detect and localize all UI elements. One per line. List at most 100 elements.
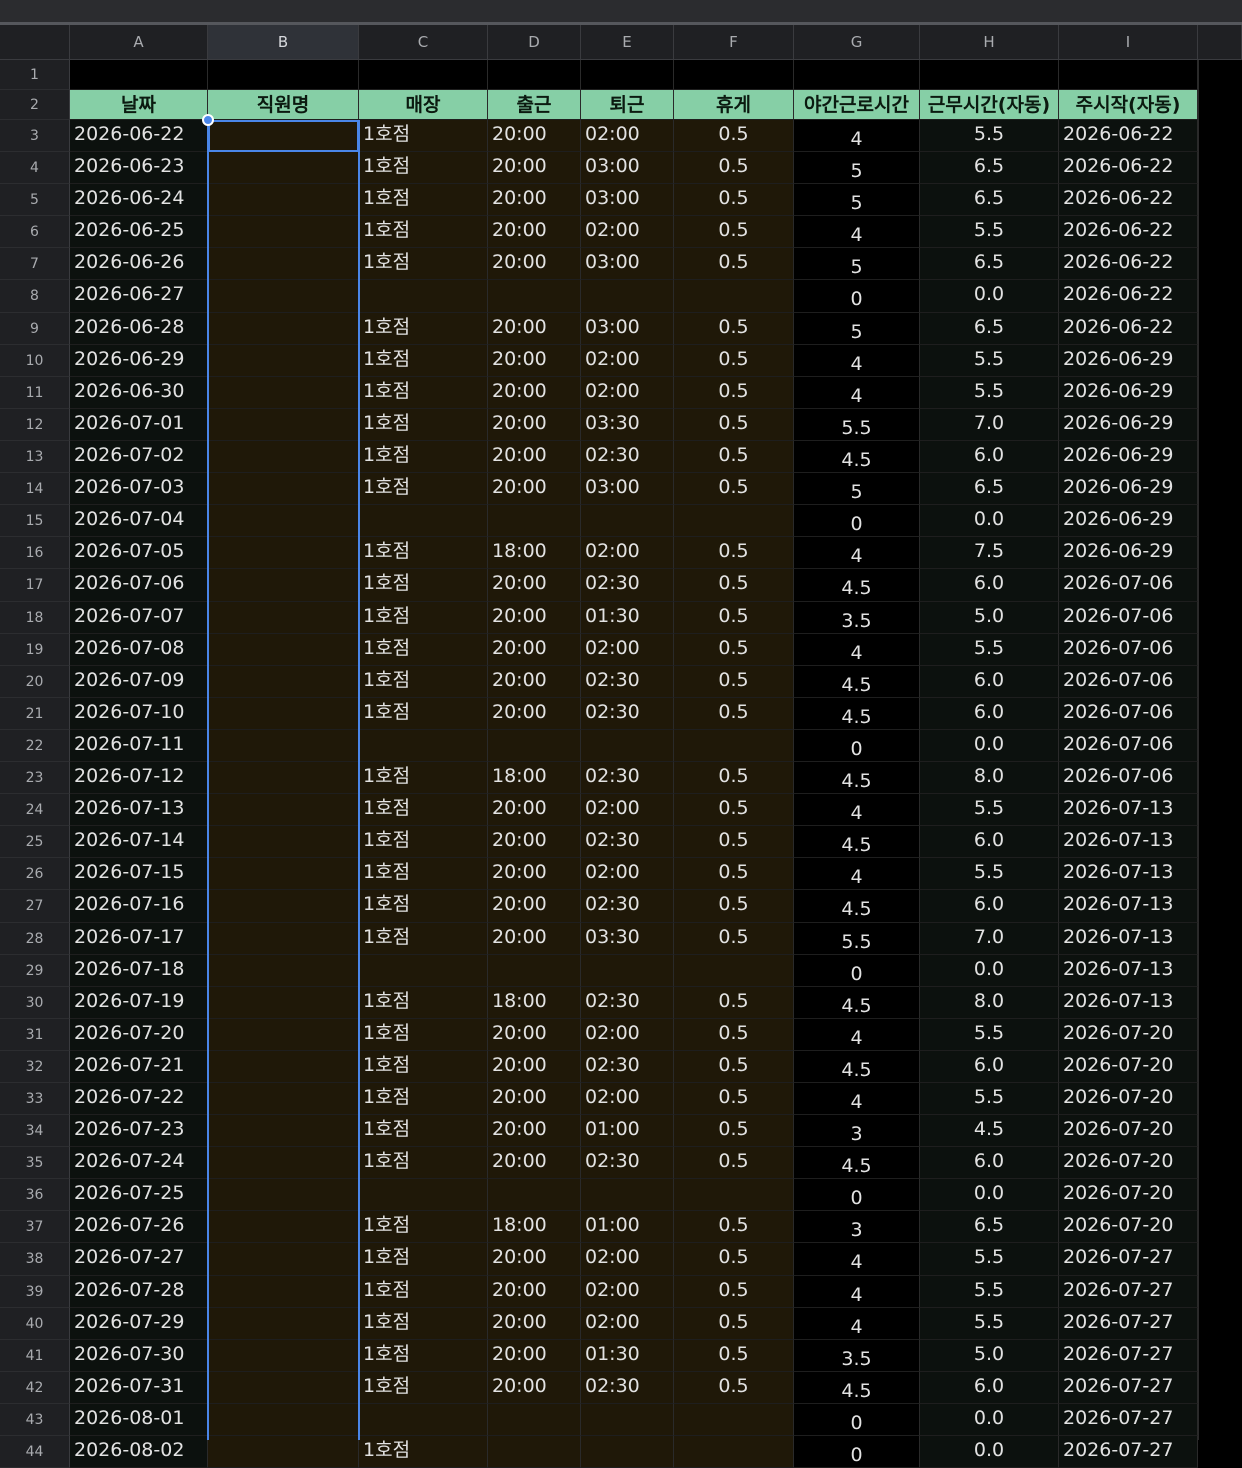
cell-night-hours[interactable]: 5.5 [794,409,920,441]
cell-date[interactable]: 2026-07-21 [70,1051,208,1083]
row-header[interactable]: 5 [0,184,70,216]
cell-week-start[interactable]: 2026-07-13 [1059,923,1198,955]
cell-night-hours[interactable]: 0 [794,1404,920,1436]
cell-store[interactable]: 1호점 [359,1276,488,1308]
cell-clock-in[interactable]: 20:00 [488,313,581,345]
cell-clock-out[interactable]: 03:00 [581,184,674,216]
row-header[interactable]: 21 [0,698,70,730]
column-header-G[interactable]: G [794,25,920,60]
cell-store[interactable]: 1호점 [359,184,488,216]
cell-clock-in[interactable] [488,1179,581,1211]
cell-clock-out[interactable]: 02:30 [581,1147,674,1179]
cell-work-hours[interactable]: 0.0 [920,955,1059,987]
cell-work-hours[interactable]: 5.5 [920,1243,1059,1276]
cell-break[interactable]: 0.5 [674,248,794,280]
cell-store[interactable]: 1호점 [359,987,488,1019]
cell-break[interactable] [674,1404,794,1436]
cell-date[interactable]: 2026-07-12 [70,762,208,794]
cell-week-start[interactable]: 2026-06-29 [1059,441,1198,473]
cell-work-hours[interactable]: 8.0 [920,987,1059,1019]
cell-break[interactable] [674,955,794,987]
cell-week-start[interactable]: 2026-07-27 [1059,1276,1198,1308]
cell-clock-out[interactable]: 02:00 [581,1308,674,1340]
cell-store[interactable]: 1호점 [359,152,488,184]
cell-date[interactable]: 2026-07-11 [70,730,208,762]
column-header-E[interactable]: E [581,25,674,60]
cell-break[interactable]: 0.5 [674,345,794,377]
cell-employee-name[interactable] [208,1340,359,1372]
row-header[interactable]: 6 [0,216,70,248]
row-header[interactable]: 14 [0,473,70,505]
cell-employee-name[interactable] [208,666,359,698]
row-header[interactable]: 15 [0,505,70,537]
cell-employee-name[interactable] [208,794,359,826]
cell-employee-name[interactable] [208,1083,359,1115]
cell-employee-name[interactable] [208,1372,359,1404]
cell-clock-out[interactable]: 02:00 [581,377,674,409]
cell-week-start[interactable]: 2026-07-13 [1059,955,1198,987]
cell-break[interactable]: 0.5 [674,152,794,184]
cell-break[interactable] [674,280,794,313]
cell-clock-in[interactable]: 20:00 [488,1308,581,1340]
cell-week-start[interactable]: 2026-06-29 [1059,473,1198,505]
row-header[interactable]: 13 [0,441,70,473]
row-header[interactable]: 41 [0,1340,70,1372]
cell-clock-in[interactable]: 18:00 [488,987,581,1019]
cell-employee-name[interactable] [208,313,359,345]
cell-store[interactable]: 1호점 [359,313,488,345]
cell-date[interactable]: 2026-07-19 [70,987,208,1019]
column-header-extra[interactable] [1198,25,1242,60]
cell-night-hours[interactable]: 4.5 [794,826,920,858]
row-header[interactable]: 7 [0,248,70,280]
cell-store[interactable]: 1호점 [359,409,488,441]
row-header[interactable]: 16 [0,537,70,569]
row-header[interactable]: 4 [0,152,70,184]
cell-clock-in[interactable]: 20:00 [488,377,581,409]
cell-work-hours[interactable]: 6.0 [920,441,1059,473]
cell-night-hours[interactable]: 0 [794,505,920,537]
cell-date[interactable]: 2026-07-27 [70,1243,208,1276]
cell-date[interactable]: 2026-07-16 [70,890,208,923]
cell-employee-name[interactable] [208,1276,359,1308]
cell-employee-name[interactable] [208,1436,359,1468]
row-header[interactable]: 8 [0,280,70,313]
row-header[interactable]: 24 [0,794,70,826]
cell-clock-out[interactable]: 01:30 [581,602,674,634]
cell-date[interactable]: 2026-08-02 [70,1436,208,1468]
cell-work-hours[interactable]: 6.0 [920,1372,1059,1404]
cell-week-start[interactable]: 2026-07-06 [1059,569,1198,602]
cell-store[interactable]: 1호점 [359,1019,488,1051]
cell-night-hours[interactable]: 4 [794,634,920,666]
cell-empty[interactable] [359,60,488,90]
cell-clock-in[interactable]: 20:00 [488,248,581,280]
cell-work-hours[interactable]: 5.5 [920,216,1059,248]
cell-clock-out[interactable]: 02:00 [581,1243,674,1276]
cell-break[interactable] [674,1436,794,1468]
cell-break[interactable]: 0.5 [674,1372,794,1404]
cell-clock-out[interactable]: 03:30 [581,409,674,441]
cell-employee-name[interactable] [208,955,359,987]
cell-night-hours[interactable]: 4 [794,1276,920,1308]
cell-employee-name[interactable] [208,698,359,730]
cell-store[interactable]: 1호점 [359,473,488,505]
cell-clock-in[interactable]: 20:00 [488,569,581,602]
cell-employee-name[interactable] [208,602,359,634]
cell-break[interactable]: 0.5 [674,1115,794,1147]
cell-date[interactable]: 2026-07-14 [70,826,208,858]
cell-clock-out[interactable] [581,730,674,762]
cell-break[interactable]: 0.5 [674,1243,794,1276]
cell-employee-name[interactable] [208,345,359,377]
cell-employee-name[interactable] [208,634,359,666]
row-header[interactable]: 39 [0,1276,70,1308]
cell-work-hours[interactable]: 5.5 [920,1083,1059,1115]
cell-work-hours[interactable]: 6.5 [920,1211,1059,1243]
cell-clock-out[interactable]: 02:30 [581,1372,674,1404]
cell-clock-out[interactable]: 02:00 [581,537,674,569]
cell-week-start[interactable]: 2026-07-20 [1059,1147,1198,1179]
cell-break[interactable]: 0.5 [674,602,794,634]
cell-week-start[interactable]: 2026-07-13 [1059,794,1198,826]
cell-employee-name[interactable] [208,1019,359,1051]
cell-store[interactable]: 1호점 [359,1083,488,1115]
row-header[interactable]: 37 [0,1211,70,1243]
cell-store[interactable]: 1호점 [359,923,488,955]
